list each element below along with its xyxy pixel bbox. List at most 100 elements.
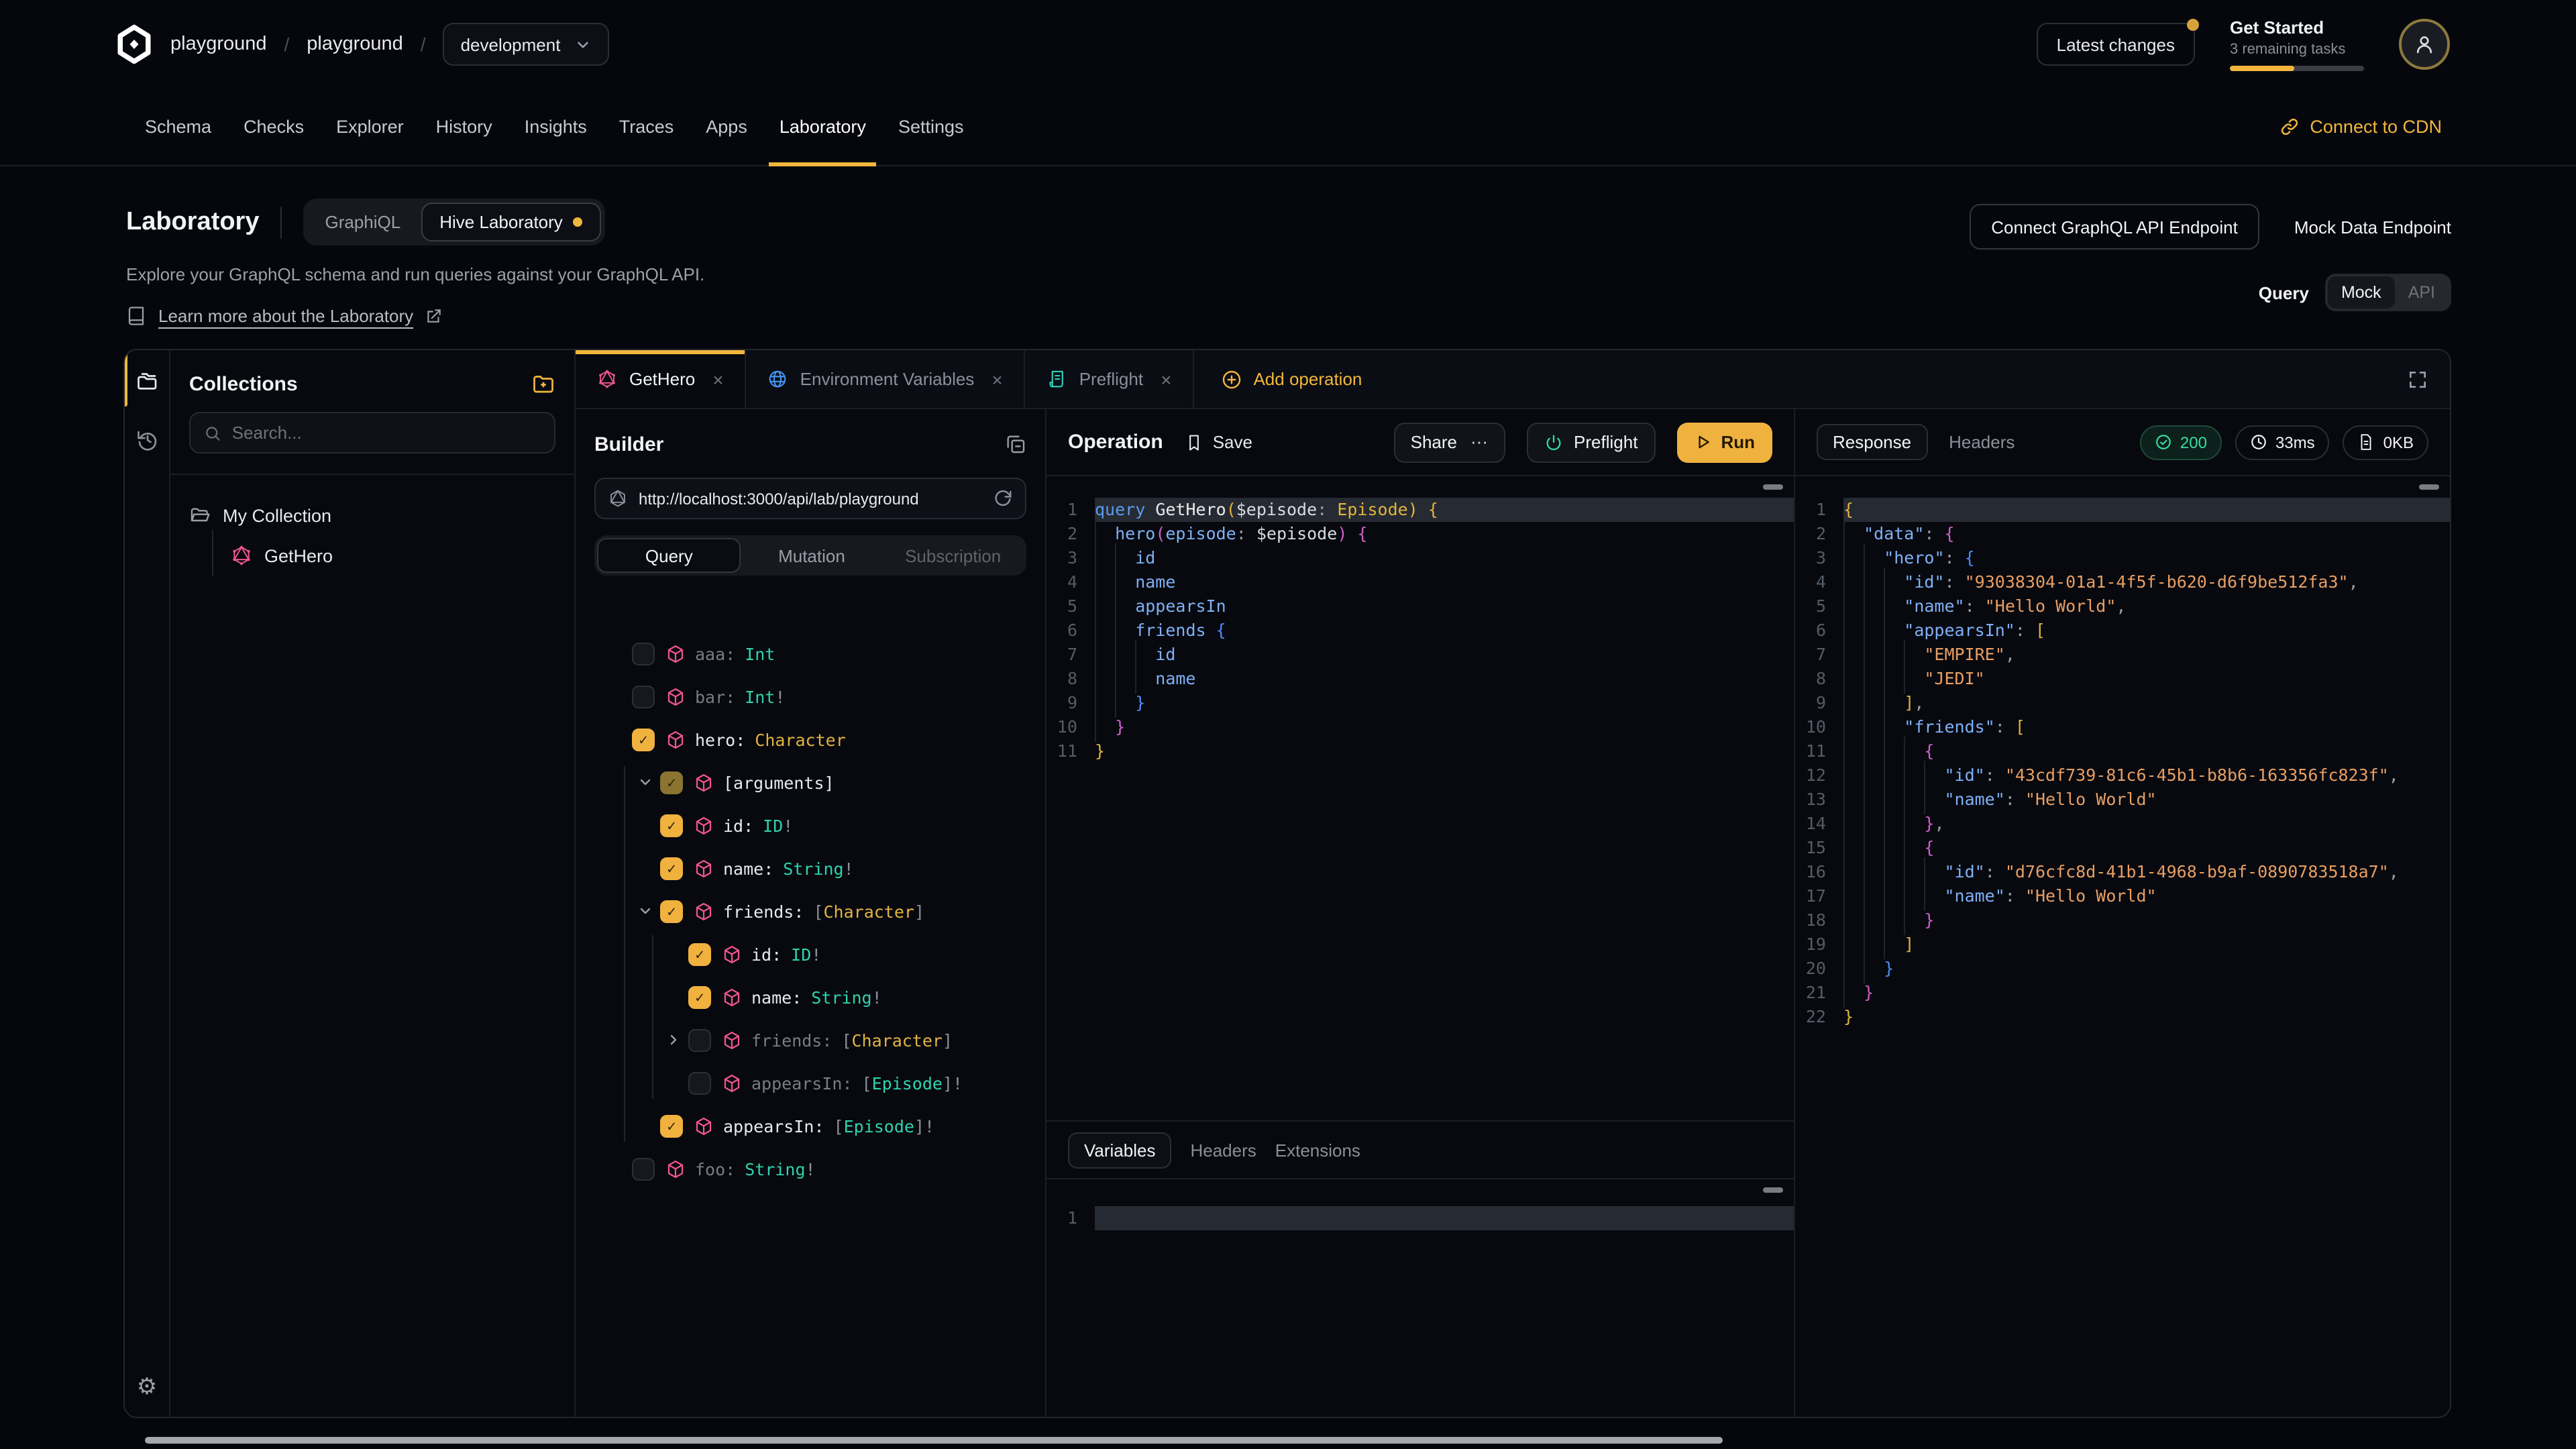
tab-preflight[interactable]: Preflight × [1026, 350, 1195, 408]
run-button[interactable]: Run [1676, 422, 1772, 462]
tree-row-appearsIn[interactable]: appearsIn:[Episode]! [576, 1104, 1045, 1147]
tree-row-appearsIn[interactable]: appearsIn:[Episode]! [576, 1061, 1045, 1104]
tab-gethero[interactable]: GetHero × [576, 350, 747, 408]
field-type: String! [783, 858, 853, 878]
get-started-widget[interactable]: Get Started 3 remaining tasks [2230, 17, 2364, 71]
share-button[interactable]: Share ⋯ [1395, 422, 1505, 462]
tab-headers[interactable]: Headers [1190, 1140, 1256, 1160]
tab-response[interactable]: Response [1817, 424, 1927, 460]
nav-tab-schema[interactable]: Schema [129, 89, 227, 165]
nav-tab-laboratory[interactable]: Laboratory [763, 89, 882, 165]
variables-editor[interactable]: 1 [1046, 1179, 1794, 1417]
user-avatar[interactable] [2399, 19, 2450, 70]
divider [281, 206, 282, 238]
field-type: ID! [791, 944, 821, 964]
history-rail-icon[interactable] [135, 428, 159, 452]
breadcrumb-project[interactable]: playground [307, 34, 403, 55]
mode-option-api[interactable]: API [2395, 276, 2449, 309]
tab-extensions[interactable]: Extensions [1275, 1140, 1360, 1160]
scrollbar-thumb[interactable] [1763, 484, 1783, 490]
more-options-icon[interactable]: ⋯ [1470, 431, 1489, 453]
tree-row-friends[interactable]: friends:[Character] [576, 890, 1045, 932]
close-icon[interactable]: × [991, 368, 1002, 390]
nav-tab-insights[interactable]: Insights [508, 89, 603, 165]
fullscreen-icon[interactable] [2407, 368, 2428, 390]
field-checkbox[interactable] [688, 943, 711, 965]
field-checkbox[interactable] [660, 1114, 683, 1137]
settings-gear-icon[interactable]: ⚙ [137, 1374, 158, 1401]
tree-row-foo[interactable]: foo:String! [576, 1147, 1045, 1190]
tree-row-name[interactable]: name:String! [576, 975, 1045, 1018]
tree-row-id[interactable]: id:ID! [576, 804, 1045, 847]
ide-toggle-hive-laboratory[interactable]: Hive Laboratory [421, 203, 602, 241]
nav-tab-checks[interactable]: Checks [227, 89, 320, 165]
connect-endpoint-button[interactable]: Connect GraphQL API Endpoint [1970, 204, 2259, 250]
chevron-down-icon[interactable] [637, 903, 653, 919]
laboratory-header: Laboratory GraphiQL Hive Laboratory Expl… [126, 199, 704, 326]
preflight-button[interactable]: Preflight [1527, 422, 1655, 462]
chevron-right-icon[interactable] [665, 1032, 682, 1048]
horizontal-scrollbar[interactable] [145, 1437, 1723, 1444]
tree-row-name[interactable]: name:String! [576, 847, 1045, 890]
endpoint-url-input[interactable]: http://localhost:3000/api/lab/playground [594, 478, 1026, 519]
connect-to-cdn-link[interactable]: Connect to CDN [2279, 89, 2442, 165]
nav-tab-apps[interactable]: Apps [690, 89, 763, 165]
field-checkbox[interactable] [688, 985, 711, 1008]
tree-row-bar[interactable]: bar:Int! [576, 675, 1045, 718]
link-icon [2279, 117, 2299, 137]
collection-folder-row[interactable]: My Collection [189, 496, 555, 534]
field-checkbox[interactable] [660, 814, 683, 837]
field-checkbox[interactable] [688, 1071, 711, 1094]
mode-option-mock[interactable]: Mock [2328, 276, 2395, 309]
nav-tab-traces[interactable]: Traces [603, 89, 690, 165]
mock-endpoint-button[interactable]: Mock Data Endpoint [2294, 217, 2451, 237]
close-icon[interactable]: × [712, 368, 723, 390]
field-checkbox[interactable] [688, 1028, 711, 1051]
field-checkbox[interactable] [632, 642, 655, 665]
field-checkbox[interactable] [660, 857, 683, 879]
search-input[interactable] [232, 423, 541, 443]
builder-field-tree: aaa:Intbar:Int!hero:Character[arguments]… [576, 632, 1045, 1190]
root-type-mutation[interactable]: Mutation [741, 538, 883, 573]
tree-row-friends[interactable]: friends:[Character] [576, 1018, 1045, 1061]
root-type-subscription[interactable]: Subscription [882, 538, 1024, 573]
get-started-title: Get Started [2230, 17, 2364, 38]
target-selector[interactable]: development [443, 23, 609, 66]
scrollbar-thumb[interactable] [2419, 484, 2439, 490]
new-collection-icon[interactable] [531, 372, 555, 396]
ide-toggle: GraphiQL Hive Laboratory [304, 199, 606, 246]
scrollbar-thumb[interactable] [1763, 1187, 1783, 1193]
latest-changes-button[interactable]: Latest changes [2037, 23, 2195, 66]
tree-row-id[interactable]: id:ID! [576, 932, 1045, 975]
query-editor[interactable]: 1query GetHero($episode: Episode) {2 her… [1046, 476, 1794, 1120]
nav-tab-history[interactable]: History [420, 89, 508, 165]
tab-variables[interactable]: Variables [1068, 1132, 1171, 1168]
tree-row-hero[interactable]: hero:Character [576, 718, 1045, 761]
collections-rail-icon[interactable] [135, 369, 159, 393]
nav-tab-explorer[interactable]: Explorer [320, 89, 420, 165]
save-button[interactable]: Save [1185, 432, 1252, 452]
root-type-query[interactable]: Query [597, 538, 741, 573]
ide-toggle-graphiql[interactable]: GraphiQL [308, 204, 419, 240]
hive-logo-icon[interactable] [114, 24, 154, 64]
chevron-down-icon[interactable] [637, 774, 653, 790]
close-icon[interactable]: × [1161, 368, 1171, 390]
learn-more-link[interactable]: Learn more about the Laboratory [126, 306, 704, 326]
add-operation-button[interactable]: Add operation [1194, 350, 1389, 408]
collapse-copy-icon[interactable] [1005, 433, 1026, 455]
tab-environment-variables[interactable]: Environment Variables × [747, 350, 1026, 408]
response-editor[interactable]: 1{2 "data": {3 "hero": {4 "id": "9303830… [1795, 476, 2450, 1417]
breadcrumb-org[interactable]: playground [170, 34, 267, 55]
collections-search[interactable] [189, 412, 555, 453]
field-checkbox[interactable] [632, 685, 655, 708]
field-checkbox[interactable] [660, 771, 683, 794]
tree-row-aaa[interactable]: aaa:Int [576, 632, 1045, 675]
tab-response-headers[interactable]: Headers [1949, 432, 2015, 452]
field-checkbox[interactable] [632, 728, 655, 751]
field-checkbox[interactable] [632, 1157, 655, 1180]
field-checkbox[interactable] [660, 900, 683, 922]
add-operation-label: Add operation [1253, 369, 1362, 389]
tree-row-arguments[interactable]: [arguments] [576, 761, 1045, 804]
collection-operation-row[interactable]: GetHero [189, 537, 555, 574]
nav-tab-settings[interactable]: Settings [882, 89, 980, 165]
